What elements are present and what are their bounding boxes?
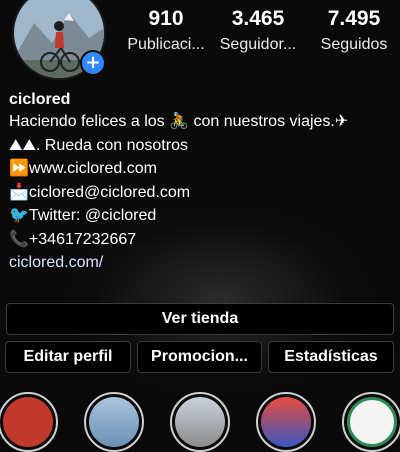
story-highlight-3[interactable] bbox=[170, 392, 230, 452]
bio-line-4: 📩ciclored@ciclored.com bbox=[9, 183, 191, 201]
profile-bio: ciclored Haciendo felices a los 🚴 con nu… bbox=[9, 90, 399, 275]
stat-followers[interactable]: 3.465 Seguidor... bbox=[212, 6, 304, 54]
highlight-mountain-icon bbox=[89, 397, 139, 447]
following-count: 7.495 bbox=[327, 7, 381, 30]
followers-count: 3.465 bbox=[231, 7, 285, 30]
story-highlight-4[interactable] bbox=[256, 392, 316, 452]
edit-profile-button[interactable]: Editar perfil bbox=[5, 341, 131, 373]
stat-following[interactable]: 7.495 Seguidos bbox=[310, 6, 398, 54]
stat-posts[interactable]: 910 Publicaci... bbox=[122, 6, 210, 54]
story-highlight-1[interactable] bbox=[0, 392, 58, 452]
posts-count: 910 bbox=[148, 7, 184, 30]
profile-avatar[interactable]: + bbox=[12, 0, 106, 80]
bio-line-2: ⛰⛰. Rueda con nosotros bbox=[9, 136, 188, 154]
story-highlight-5[interactable] bbox=[342, 392, 400, 452]
story-highlight-2[interactable] bbox=[84, 392, 144, 452]
profile-website-link[interactable]: ciclored.com/ bbox=[9, 251, 399, 275]
followers-label: Seguidor... bbox=[219, 36, 297, 53]
view-shop-button[interactable]: Ver tienda bbox=[6, 303, 394, 335]
promotions-button[interactable]: Promocion... bbox=[137, 341, 262, 373]
bio-line-6: 📞+34617232667 bbox=[9, 230, 137, 248]
highlight-red-icon bbox=[3, 397, 53, 447]
bio-line-5: 🐦Twitter: @ciclored bbox=[9, 207, 157, 224]
bio-line-3: ⏩www.ciclored.com bbox=[9, 160, 157, 177]
bio-line-1: Haciendo felices a los 🚴 con nuestros vi… bbox=[9, 113, 349, 130]
add-story-icon[interactable]: + bbox=[80, 50, 106, 76]
following-label: Seguidos bbox=[320, 36, 388, 53]
profile-username: ciclored bbox=[9, 91, 71, 108]
highlight-event-icon bbox=[261, 397, 311, 447]
profile-stats: 910 Publicaci... 3.465 Seguidor... 7.495… bbox=[122, 6, 400, 54]
insights-button[interactable]: Estadísticas bbox=[268, 341, 394, 373]
highlight-town-icon bbox=[175, 397, 225, 447]
posts-label: Publicaci... bbox=[127, 36, 205, 53]
highlight-campus-icon bbox=[347, 397, 397, 447]
